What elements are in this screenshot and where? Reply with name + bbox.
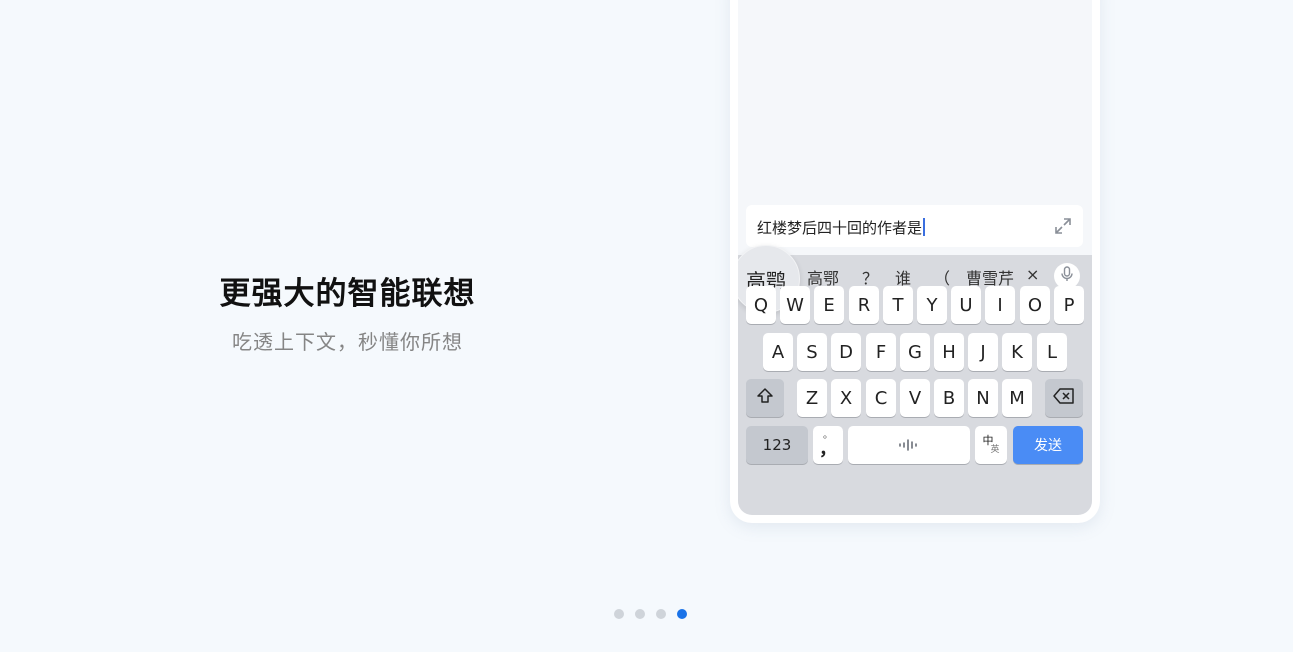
mic-icon [1060, 266, 1074, 286]
key-m[interactable]: M [1002, 379, 1032, 417]
key-n[interactable]: N [968, 379, 998, 417]
key-f[interactable]: F [866, 333, 896, 371]
expand-icon[interactable] [1053, 216, 1073, 236]
shift-icon [756, 387, 774, 410]
key-h[interactable]: H [934, 333, 964, 371]
key-k[interactable]: K [1002, 333, 1032, 371]
language-switch-key[interactable]: 中 英 [975, 426, 1007, 464]
phone-mockup: 红楼梦后四十回的作者是 高鹗 高鄂 ？ 谁 （ 曹雪芹 × Q W E R T … [730, 0, 1100, 523]
message-input[interactable]: 红楼梦后四十回的作者是 [746, 205, 1083, 247]
page-dot[interactable] [656, 609, 666, 619]
key-i[interactable]: I [985, 286, 1015, 324]
shift-key[interactable] [746, 379, 784, 417]
key-o[interactable]: O [1020, 286, 1050, 324]
backspace-key[interactable] [1045, 379, 1083, 417]
key-w[interactable]: W [780, 286, 810, 324]
key-q[interactable]: Q [746, 286, 776, 324]
key-x[interactable]: X [831, 379, 861, 417]
key-r[interactable]: R [849, 286, 879, 324]
key-j[interactable]: J [968, 333, 998, 371]
numbers-key[interactable]: 123 [746, 426, 808, 464]
slide-title: 更强大的智能联想 [219, 276, 476, 312]
key-v[interactable]: V [900, 379, 930, 417]
key-s[interactable]: S [797, 333, 827, 371]
text-caret [923, 218, 926, 236]
keyboard: 高鹗 高鄂 ？ 谁 （ 曹雪芹 × Q W E R T Y U I O P A … [738, 245, 1092, 515]
key-a[interactable]: A [763, 333, 793, 371]
page-dot-active[interactable] [677, 609, 687, 619]
key-e[interactable]: E [814, 286, 844, 324]
key-d[interactable]: D [831, 333, 861, 371]
page-dot[interactable] [635, 609, 645, 619]
key-t[interactable]: T [883, 286, 913, 324]
message-input-text: 红楼梦后四十回的作者是 [757, 217, 926, 238]
key-z[interactable]: Z [797, 379, 827, 417]
space-key[interactable] [848, 426, 970, 464]
key-l[interactable]: L [1037, 333, 1067, 371]
key-p[interactable]: P [1054, 286, 1084, 324]
page-dot[interactable] [614, 609, 624, 619]
phone-screen: 红楼梦后四十回的作者是 高鹗 高鄂 ？ 谁 （ 曹雪芹 × Q W E R T … [738, 0, 1092, 515]
punctuation-key[interactable]: 。 ， [813, 426, 843, 464]
key-y[interactable]: Y [917, 286, 947, 324]
send-button[interactable]: 发送 [1013, 426, 1083, 464]
key-g[interactable]: G [900, 333, 930, 371]
candidate-close-button[interactable]: × [1026, 265, 1039, 284]
key-b[interactable]: B [934, 379, 964, 417]
slide-subtitle: 吃透上下文，秒懂你所想 [232, 330, 463, 354]
punctuation-key-main: ， [819, 439, 837, 460]
language-switch-bottom: 英 [990, 445, 1000, 455]
key-u[interactable]: U [951, 286, 981, 324]
backspace-icon [1053, 387, 1075, 409]
voice-wave-icon [898, 435, 920, 456]
key-c[interactable]: C [866, 379, 896, 417]
page-indicator [614, 609, 694, 621]
